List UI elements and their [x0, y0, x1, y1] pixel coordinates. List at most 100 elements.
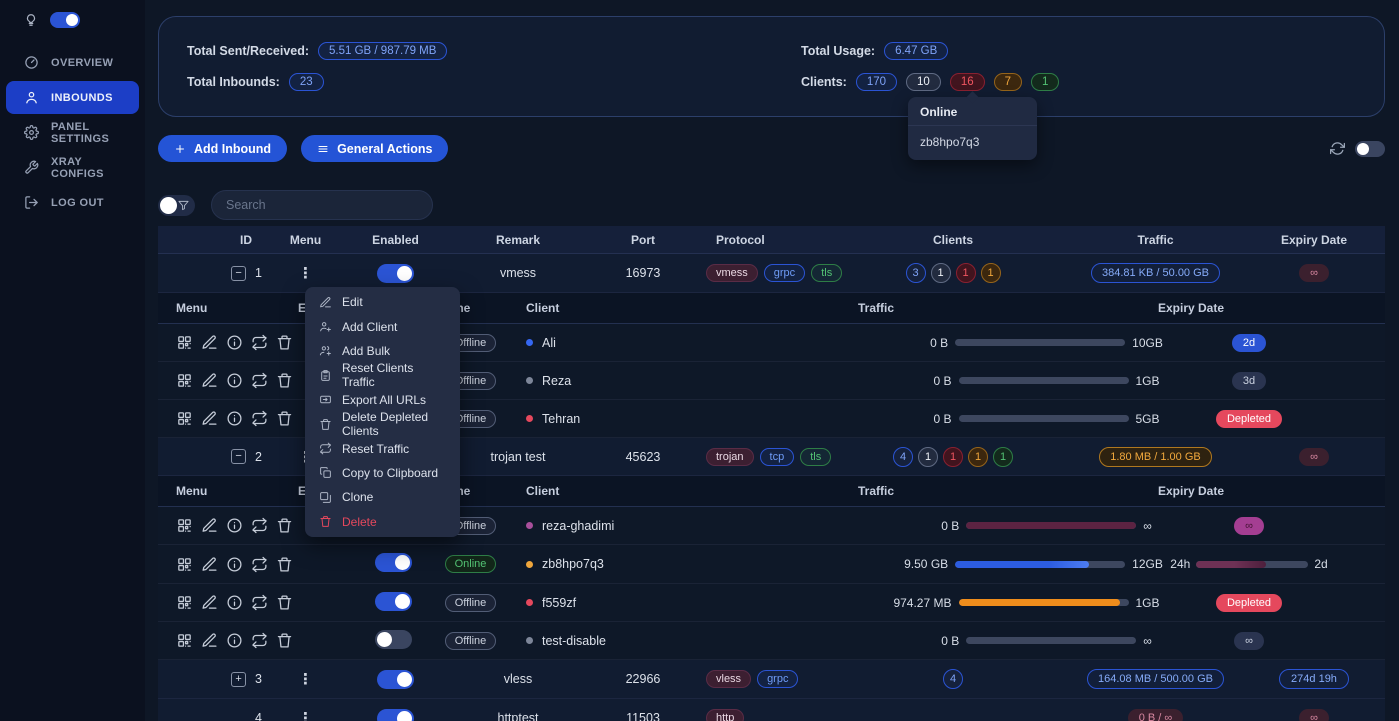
reset-traffic-icon[interactable]: [251, 517, 268, 534]
edit-icon[interactable]: [201, 410, 218, 427]
qr-code-icon[interactable]: [176, 556, 193, 573]
info-icon[interactable]: [226, 410, 243, 427]
search-input[interactable]: [211, 190, 433, 220]
edit-icon[interactable]: [201, 594, 218, 611]
client-count-expiring: 1: [968, 446, 988, 467]
row-menu-button[interactable]: [298, 264, 313, 282]
menu-item-delete[interactable]: Delete: [305, 510, 460, 534]
menu-item-edit[interactable]: Edit: [305, 290, 460, 314]
delete-icon[interactable]: [276, 594, 293, 611]
client-color-dot: [526, 415, 533, 422]
theme-toggle[interactable]: [50, 12, 80, 28]
delete-icon[interactable]: [276, 517, 293, 534]
reset-traffic-icon[interactable]: [251, 372, 268, 389]
inbound-remark: trojan test: [490, 449, 546, 464]
stats-card: Total Sent/Received: 5.51 GB / 987.79 MB…: [158, 16, 1385, 117]
edit-icon[interactable]: [201, 556, 218, 573]
row-menu-button[interactable]: [298, 670, 313, 688]
transport-tag: tcp: [759, 447, 795, 466]
refresh-icon[interactable]: [1330, 141, 1345, 156]
menu-item-reset-clients-traffic[interactable]: Reset Clients Traffic: [305, 361, 460, 389]
clients-total-count[interactable]: 170: [855, 73, 898, 91]
qr-code-icon[interactable]: [176, 372, 193, 389]
traffic-bar: [958, 377, 1129, 384]
traffic-total: ∞: [1143, 633, 1152, 648]
info-icon[interactable]: [226, 594, 243, 611]
client-header-client: Client: [526, 484, 560, 498]
edit-icon[interactable]: [201, 517, 218, 534]
inbound-id: 2: [255, 449, 262, 464]
sidebar-item-xray-configs[interactable]: XRAY CONFIGS: [6, 151, 139, 184]
expiry-pill: ∞: [1299, 447, 1329, 466]
delete-icon[interactable]: [276, 410, 293, 427]
add-bulk-icon: [319, 344, 332, 357]
enabled-toggle[interactable]: [377, 669, 414, 689]
traffic-bar: [958, 599, 1129, 606]
expand-button[interactable]: +: [231, 671, 247, 687]
clients-active-count[interactable]: 10: [906, 73, 941, 91]
qr-code-icon[interactable]: [176, 334, 193, 351]
collapse-button[interactable]: −: [231, 449, 247, 464]
info-icon[interactable]: [226, 517, 243, 534]
clients-depleted-count[interactable]: 16: [949, 73, 985, 91]
qr-code-icon[interactable]: [176, 410, 193, 427]
menu-item-copy-to-clipboard[interactable]: Copy to Clipboard: [305, 461, 460, 485]
qr-code-icon[interactable]: [176, 594, 193, 611]
delete-icon[interactable]: [276, 556, 293, 573]
funnel-icon: [178, 200, 189, 211]
bulb-icon: [24, 13, 38, 27]
client-enabled-toggle[interactable]: [375, 553, 412, 572]
reset-clients-traffic-icon: [319, 369, 332, 382]
reset-traffic-icon[interactable]: [251, 632, 268, 649]
client-enabled-toggle[interactable]: [375, 591, 412, 611]
filter-toggle[interactable]: [158, 194, 195, 216]
qr-code-icon[interactable]: [176, 517, 193, 534]
filter-row: [158, 190, 1385, 220]
menu-item-delete-depleted-clients[interactable]: Delete Depleted Clients: [305, 410, 460, 438]
delete-icon[interactable]: [276, 632, 293, 649]
edit-icon[interactable]: [201, 372, 218, 389]
reset-traffic-icon[interactable]: [251, 556, 268, 573]
menu-item-clone[interactable]: Clone: [305, 485, 460, 509]
info-icon[interactable]: [226, 632, 243, 649]
total-sent-received-label: Total Sent/Received:: [187, 44, 310, 58]
reset-traffic-icon[interactable]: [251, 410, 268, 427]
menu-item-reset-traffic[interactable]: Reset Traffic: [305, 436, 460, 460]
edit-icon[interactable]: [201, 334, 218, 351]
filter-toggle-knob: [160, 196, 177, 214]
expiry-pill: 3d: [1231, 371, 1267, 390]
reset-traffic-icon[interactable]: [251, 594, 268, 611]
sidebar-item-overview[interactable]: OVERVIEW: [6, 46, 139, 79]
collapse-button[interactable]: −: [231, 265, 247, 281]
enabled-toggle[interactable]: [377, 263, 414, 283]
clients-online-count[interactable]: 1: [1031, 73, 1060, 91]
reset-traffic-icon[interactable]: [251, 334, 268, 351]
sidebar-item-label: XRAY CONFIGS: [51, 155, 104, 180]
traffic-bar: [958, 415, 1129, 422]
clients-expiring-count[interactable]: 7: [993, 73, 1023, 91]
delete-icon[interactable]: [276, 334, 293, 351]
add-inbound-button[interactable]: Add Inbound: [158, 135, 288, 162]
qr-code-icon[interactable]: [176, 632, 193, 649]
expiry-bar: [1196, 560, 1309, 568]
info-icon[interactable]: [226, 372, 243, 389]
header-port: Port: [631, 232, 655, 247]
info-icon[interactable]: [226, 556, 243, 573]
auto-refresh-toggle[interactable]: [1355, 140, 1385, 157]
general-actions-button[interactable]: General Actions: [301, 135, 449, 162]
enabled-toggle[interactable]: [377, 708, 414, 721]
info-icon[interactable]: [226, 334, 243, 351]
sidebar-item-log-out[interactable]: LOG OUT: [6, 186, 139, 219]
row-menu-button[interactable]: [298, 709, 313, 721]
inbound-port: 22966: [625, 672, 661, 686]
menu-item-add-bulk[interactable]: Add Bulk: [305, 339, 460, 363]
client-enabled-toggle[interactable]: [375, 629, 412, 649]
menu-item-export-all-urls[interactable]: Export All URLs: [305, 388, 460, 412]
sidebar-item-panel-settings[interactable]: PANEL SETTINGS: [6, 116, 139, 149]
header-traffic: Traffic: [1137, 232, 1174, 247]
sidebar-item-inbounds[interactable]: INBOUNDS: [6, 81, 139, 114]
reset-traffic-icon: [319, 442, 332, 455]
menu-item-add-client[interactable]: Add Client: [305, 314, 460, 338]
edit-icon[interactable]: [201, 632, 218, 649]
delete-icon[interactable]: [276, 372, 293, 389]
